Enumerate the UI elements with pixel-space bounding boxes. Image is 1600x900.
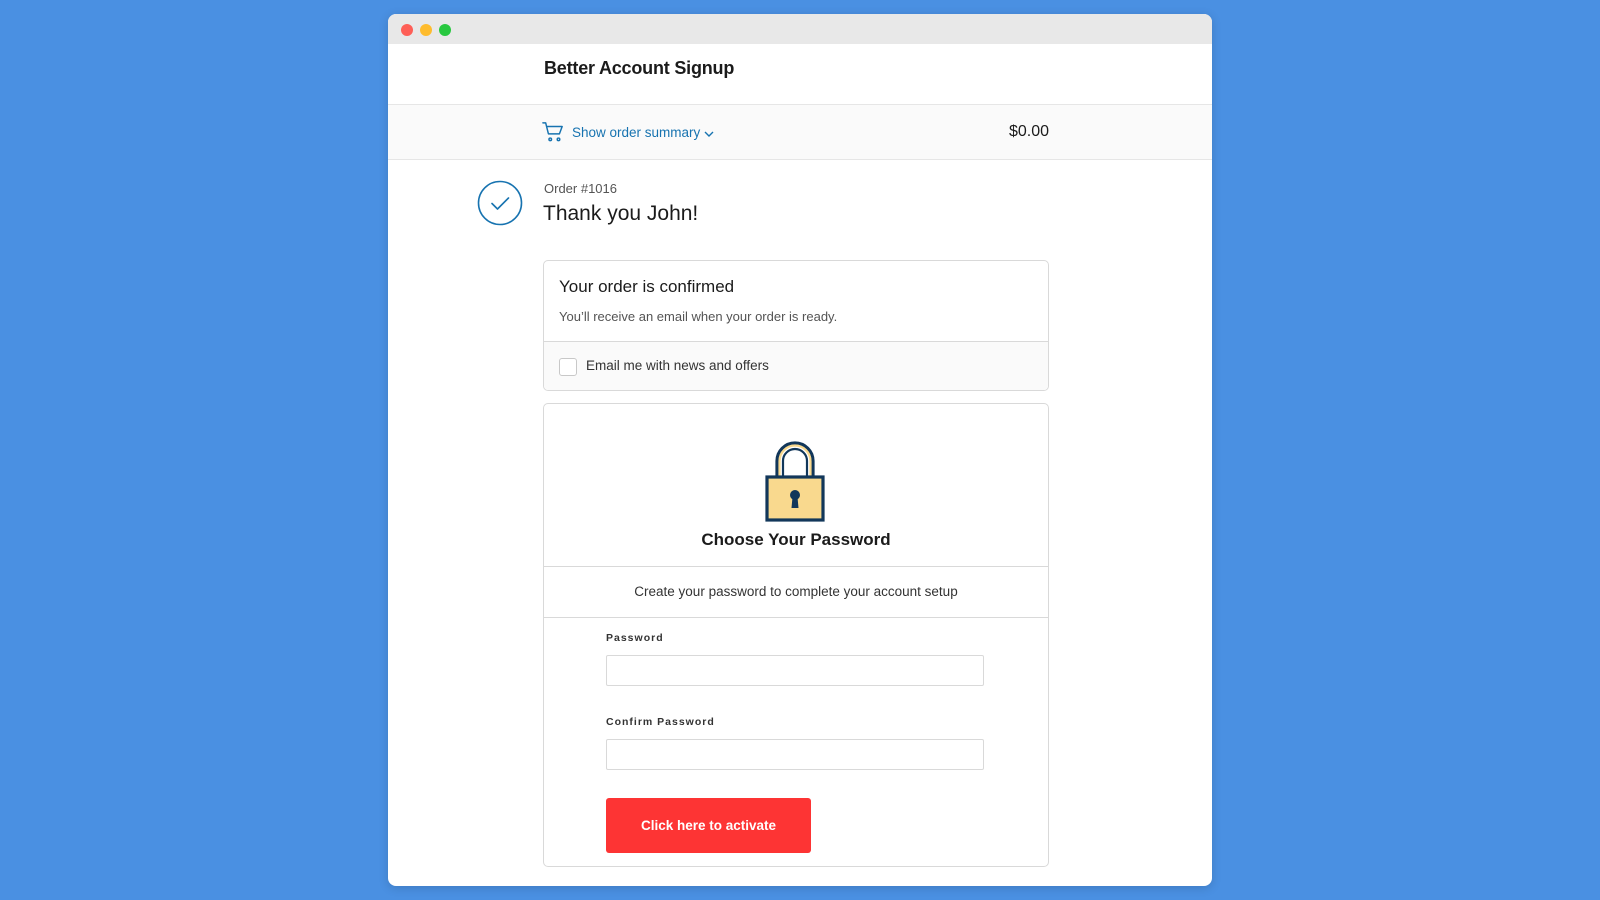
order-number: Order #1016 [544, 181, 617, 196]
browser-window: Better Account Signup Show order summary… [388, 14, 1212, 886]
minimize-window-button[interactable] [420, 24, 432, 36]
maximize-window-button[interactable] [439, 24, 451, 36]
password-setup-header: Choose Your Password [544, 404, 1048, 567]
activate-button[interactable]: Click here to activate [606, 798, 811, 853]
password-form: Password Confirm Password Click here to … [544, 618, 1048, 866]
password-setup-subtitle: Create your password to complete your ac… [544, 567, 1048, 618]
order-total: $0.00 [1008, 123, 1049, 140]
newsletter-checkbox[interactable] [559, 358, 577, 376]
show-order-summary-toggle[interactable]: Show order summary [572, 125, 714, 140]
cart-icon[interactable] [542, 121, 564, 143]
newsletter-section: Email me with news and offers [544, 342, 1048, 390]
choose-password-title: Choose Your Password [701, 530, 891, 549]
chevron-down-icon [704, 131, 714, 137]
confirm-password-label: Confirm Password [606, 716, 715, 728]
shop-title: Better Account Signup [544, 58, 735, 78]
password-setup-box: Choose Your Password Create your passwor… [543, 403, 1049, 867]
thank-you-heading: Thank you John! [543, 202, 699, 225]
order-confirmed-box: Your order is confirmed You’ll receive a… [543, 260, 1049, 391]
close-window-button[interactable] [401, 24, 413, 36]
password-input[interactable] [606, 655, 984, 686]
show-order-summary-label: Show order summary [572, 125, 701, 140]
window-titlebar [388, 14, 1212, 44]
main-content: Order #1016 Thank you John! Your order i… [388, 160, 1212, 886]
order-confirmed-title: Your order is confirmed [559, 277, 735, 296]
check-circle-icon [477, 180, 523, 226]
page-header: Better Account Signup [388, 44, 1212, 105]
order-summary-bar: Show order summary $0.00 [388, 105, 1212, 160]
confirm-password-input[interactable] [606, 739, 984, 770]
lock-icon [765, 441, 825, 522]
password-label: Password [606, 632, 664, 644]
order-confirmed-section: Your order is confirmed You’ll receive a… [544, 261, 1048, 342]
newsletter-label[interactable]: Email me with news and offers [586, 358, 769, 373]
order-confirmed-description: You’ll receive an email when your order … [559, 309, 838, 324]
